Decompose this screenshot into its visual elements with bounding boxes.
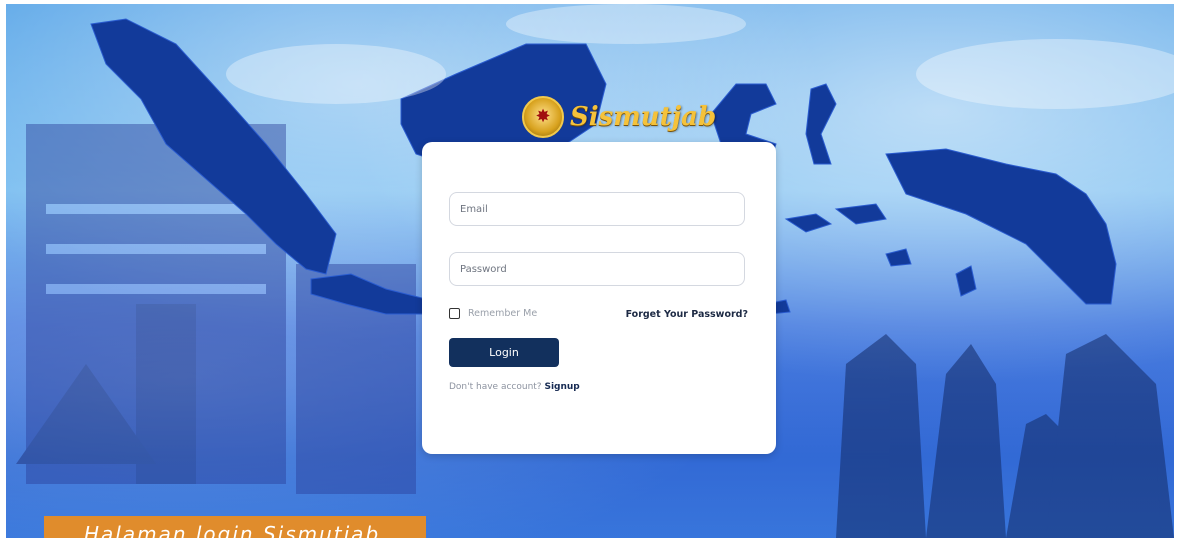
- remember-me-label: Remember Me: [468, 308, 538, 319]
- caption-banner: Halaman login Sismutjab: [44, 516, 426, 538]
- signup-row: Don't have account? Signup: [449, 382, 580, 392]
- password-field[interactable]: [449, 252, 745, 286]
- login-card: Remember Me Forget Your Password? Login …: [422, 142, 776, 454]
- page-frame: ✸ Sismutjab Remember Me Forget Your Pass…: [0, 0, 1177, 538]
- signup-prompt: Don't have account?: [449, 382, 542, 392]
- remember-me-row[interactable]: Remember Me: [449, 308, 537, 319]
- police-emblem-icon: ✸: [522, 96, 564, 138]
- caption-text: Halaman login Sismutjab: [84, 522, 381, 538]
- app-logo: ✸ Sismutjab: [522, 96, 716, 138]
- forgot-password-link[interactable]: Forget Your Password?: [626, 309, 748, 320]
- email-field[interactable]: [449, 192, 745, 226]
- app-logo-wordmark: Sismutjab: [570, 102, 717, 132]
- background-hero: ✸ Sismutjab Remember Me Forget Your Pass…: [6, 4, 1174, 538]
- remember-me-checkbox[interactable]: [449, 308, 460, 319]
- login-button[interactable]: Login: [449, 338, 559, 367]
- signup-link[interactable]: Signup: [544, 382, 579, 392]
